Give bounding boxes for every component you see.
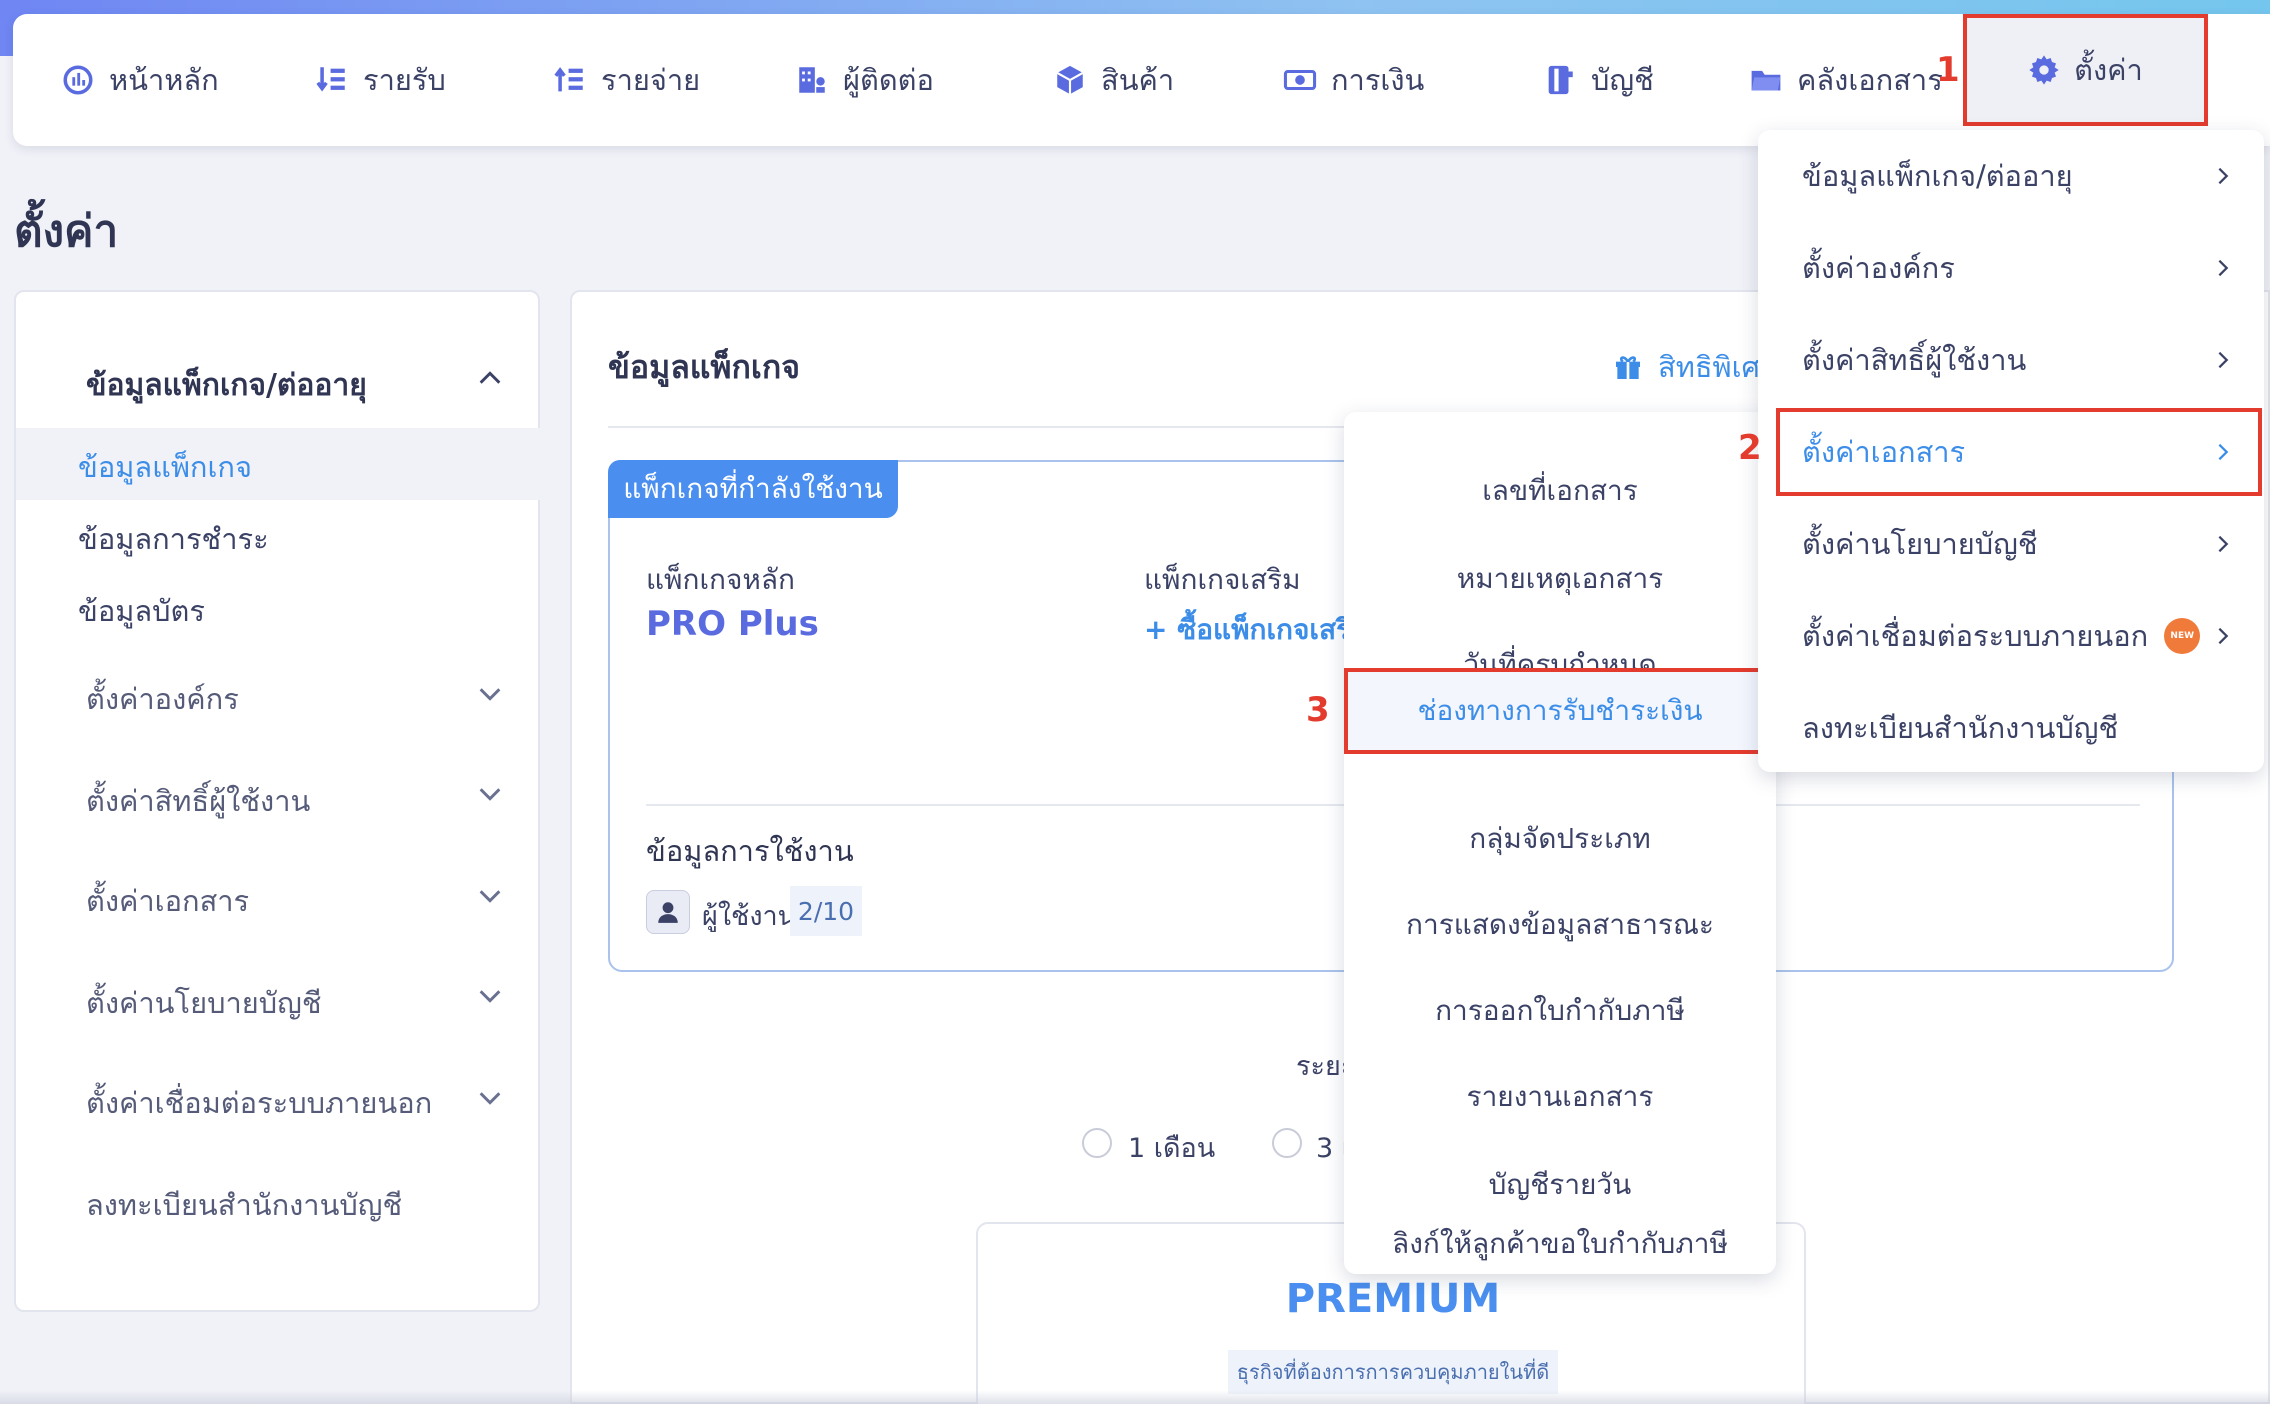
nav-item-settings[interactable]: ตั้งค่า	[1963, 14, 2208, 126]
page-title: ตั้งค่า	[14, 206, 119, 257]
submenu-item-document-number[interactable]: เลขที่เอกสาร	[1344, 448, 1776, 534]
user-icon-box	[646, 890, 690, 934]
submenu-item-customer-tax-link[interactable]: ลิงก์ให้ลูกค้าขอใบกำกับภาษี	[1344, 1214, 1776, 1274]
menu-item-label: ตั้งค่านโยบายบัญชี	[1802, 527, 2038, 561]
usage-title: ข้อมูลการใช้งาน	[646, 834, 854, 868]
chevron-down-icon[interactable]	[476, 680, 504, 708]
submenu-item-document-report[interactable]: รายงานเอกสาร	[1344, 1054, 1776, 1140]
submenu-item-document-remark[interactable]: หมายเหตุเอกสาร	[1344, 536, 1776, 622]
gear-icon	[2029, 55, 2059, 85]
nav-item-label: การเงิน	[1331, 63, 1425, 97]
settings-sidebar: ข้อมูลแพ็กเกจ/ต่ออายุ ข้อมูลแพ็กเกจ ข้อม…	[14, 290, 540, 1312]
nav-item-finance[interactable]: การเงิน	[1283, 14, 1424, 146]
menu-item-accounting-office[interactable]: ลงทะเบียนสำนักงานบัญชี	[1758, 682, 2264, 774]
main-package-value: PRO Plus	[646, 604, 819, 644]
sidebar-item-card-info[interactable]: ข้อมูลบัตร	[78, 588, 205, 634]
nav-item-label: รายรับ	[363, 63, 446, 97]
sidebar-section-documents[interactable]: ตั้งค่าเอกสาร	[86, 878, 249, 924]
nav-item-home[interactable]: หน้าหลัก	[61, 14, 219, 146]
buy-addon-link[interactable]: + ซื้อแพ็กเกจเสริม	[1144, 608, 1370, 652]
menu-item-organization[interactable]: ตั้งค่าองค์กร	[1758, 222, 2264, 314]
user-label: ผู้ใช้งาน	[702, 901, 797, 932]
chevron-up-icon[interactable]	[476, 364, 504, 392]
highlight-box-step-3	[1344, 668, 1778, 754]
nav-item-contacts[interactable]: ผู้ติดต่อ	[795, 14, 934, 146]
menu-item-label: ข้อมูลแพ็กเกจ/ต่ออายุ	[1802, 159, 2073, 193]
sidebar-section-accounting-office[interactable]: ลงทะเบียนสำนักงานบัญชี	[86, 1182, 402, 1228]
chevron-down-icon[interactable]	[476, 1084, 504, 1112]
menu-item-label: ตั้งค่าองค์กร	[1802, 251, 1955, 285]
nav-item-accounting[interactable]: บัญชี	[1543, 14, 1654, 146]
sidebar-item-payment-info[interactable]: ข้อมูลการชำระ	[78, 516, 269, 562]
nav-item-label: หน้าหลัก	[109, 63, 219, 97]
user-count: 2/10	[790, 886, 862, 936]
chevron-down-icon[interactable]	[476, 982, 504, 1010]
chevron-right-icon	[2218, 351, 2229, 369]
product-box-icon	[1056, 65, 1084, 95]
step-number-1: 1	[1936, 50, 1960, 90]
ledger-icon	[1548, 65, 1573, 95]
highlight-box-step-2	[1776, 408, 2262, 496]
plan-name: PREMIUM	[1285, 1276, 1501, 1322]
nav-item-label: รายจ่าย	[601, 63, 701, 97]
package-section-title: ข้อมูลแพ็กเกจ	[608, 348, 800, 386]
menu-item-package-renewal[interactable]: ข้อมูลแพ็กเกจ/ต่ออายุ	[1758, 130, 2264, 222]
menu-item-permissions[interactable]: ตั้งค่าสิทธิ์ผู้ใช้งาน	[1758, 314, 2264, 406]
nav-item-expense[interactable]: รายจ่าย	[553, 14, 700, 146]
sidebar-section-accounting-policy[interactable]: ตั้งค่านโยบายบัญชี	[86, 980, 322, 1026]
new-badge: NEW	[2164, 618, 2201, 654]
user-icon	[658, 902, 678, 923]
chevron-right-icon	[2218, 627, 2229, 645]
chevron-down-icon[interactable]	[476, 882, 504, 910]
step-number-3: 3	[1306, 690, 1330, 730]
menu-item-label: ลงทะเบียนสำนักงานบัญชี	[1802, 711, 2119, 745]
sidebar-section-integrations[interactable]: ตั้งค่าเชื่อมต่อระบบภายนอก	[86, 1080, 432, 1126]
radio-1-month[interactable]	[1082, 1128, 1112, 1158]
menu-item-label: ตั้งค่าเชื่อมต่อระบบภายนอก	[1802, 619, 2149, 653]
active-package-badge: แพ็กเกจที่กำลังใช้งาน	[608, 460, 898, 518]
menu-item-label: ตั้งค่าสิทธิ์ผู้ใช้งาน	[1802, 343, 2027, 377]
dashboard-icon	[63, 65, 93, 95]
main-package-label: แพ็กเกจหลัก	[646, 563, 795, 596]
submenu-item-tax-invoice[interactable]: การออกใบกำกับภาษี	[1344, 968, 1776, 1054]
top-navbar: หน้าหลัก รายรับ รายจ่าย ผู้ติดต่อ สินค้า…	[13, 14, 2270, 146]
chevron-right-icon	[2218, 535, 2229, 553]
radio-3-month[interactable]	[1272, 1128, 1302, 1158]
sidebar-item-package-info[interactable]: ข้อมูลแพ็กเกจ	[78, 444, 252, 490]
nav-item-label: คลังเอกสาร	[1797, 63, 1943, 97]
radio-1-month-label: 1 เดือน	[1128, 1133, 1216, 1164]
document-settings-submenu: เลขที่เอกสาร หมายเหตุเอกสาร วันที่ครบกำห…	[1344, 412, 1776, 1274]
nav-item-label: ผู้ติดต่อ	[843, 63, 934, 97]
nav-item-documents[interactable]: คลังเอกสาร	[1749, 14, 1943, 146]
privilege-link[interactable]: สิทธิพิเศ	[1612, 344, 1760, 390]
nav-item-income[interactable]: รายรับ	[315, 14, 446, 146]
submenu-item-category-group[interactable]: กลุ่มจัดประเภท	[1344, 796, 1776, 882]
menu-item-accounting-policy[interactable]: ตั้งค่านโยบายบัญชี	[1758, 498, 2264, 590]
nav-item-label: สินค้า	[1101, 63, 1175, 97]
submenu-item-public-display[interactable]: การแสดงข้อมูลสาธารณะ	[1344, 882, 1776, 968]
nav-item-label: บัญชี	[1591, 63, 1654, 97]
plan-description: ธุรกิจที่ต้องการการควบคุมภายในที่ดี	[1228, 1350, 1558, 1394]
step-number-2: 2	[1738, 428, 1762, 468]
folder-icon	[1751, 70, 1781, 91]
bottom-edge	[0, 1390, 2270, 1404]
sidebar-section-permissions[interactable]: ตั้งค่าสิทธิ์ผู้ใช้งาน	[86, 778, 310, 824]
addon-package-label: แพ็กเกจเสริม	[1144, 563, 1301, 596]
gift-icon	[1616, 356, 1640, 379]
contacts-icon	[799, 67, 825, 93]
nav-item-product[interactable]: สินค้า	[1053, 14, 1174, 146]
expense-icon	[554, 67, 583, 92]
privilege-label: สิทธิพิเศ	[1658, 350, 1760, 384]
income-icon	[316, 67, 345, 92]
sidebar-header-package[interactable]: ข้อมูลแพ็กเกจ/ต่ออายุ	[86, 362, 367, 409]
money-icon	[1283, 69, 1317, 91]
nav-settings-label: ตั้งค่า	[2074, 53, 2143, 87]
chevron-right-icon	[2218, 167, 2229, 185]
sidebar-section-organization[interactable]: ตั้งค่าองค์กร	[86, 676, 239, 722]
menu-item-integrations[interactable]: ตั้งค่าเชื่อมต่อระบบภายนอก NEW	[1758, 590, 2264, 682]
chevron-down-icon[interactable]	[476, 780, 504, 808]
chevron-right-icon	[2218, 259, 2229, 277]
